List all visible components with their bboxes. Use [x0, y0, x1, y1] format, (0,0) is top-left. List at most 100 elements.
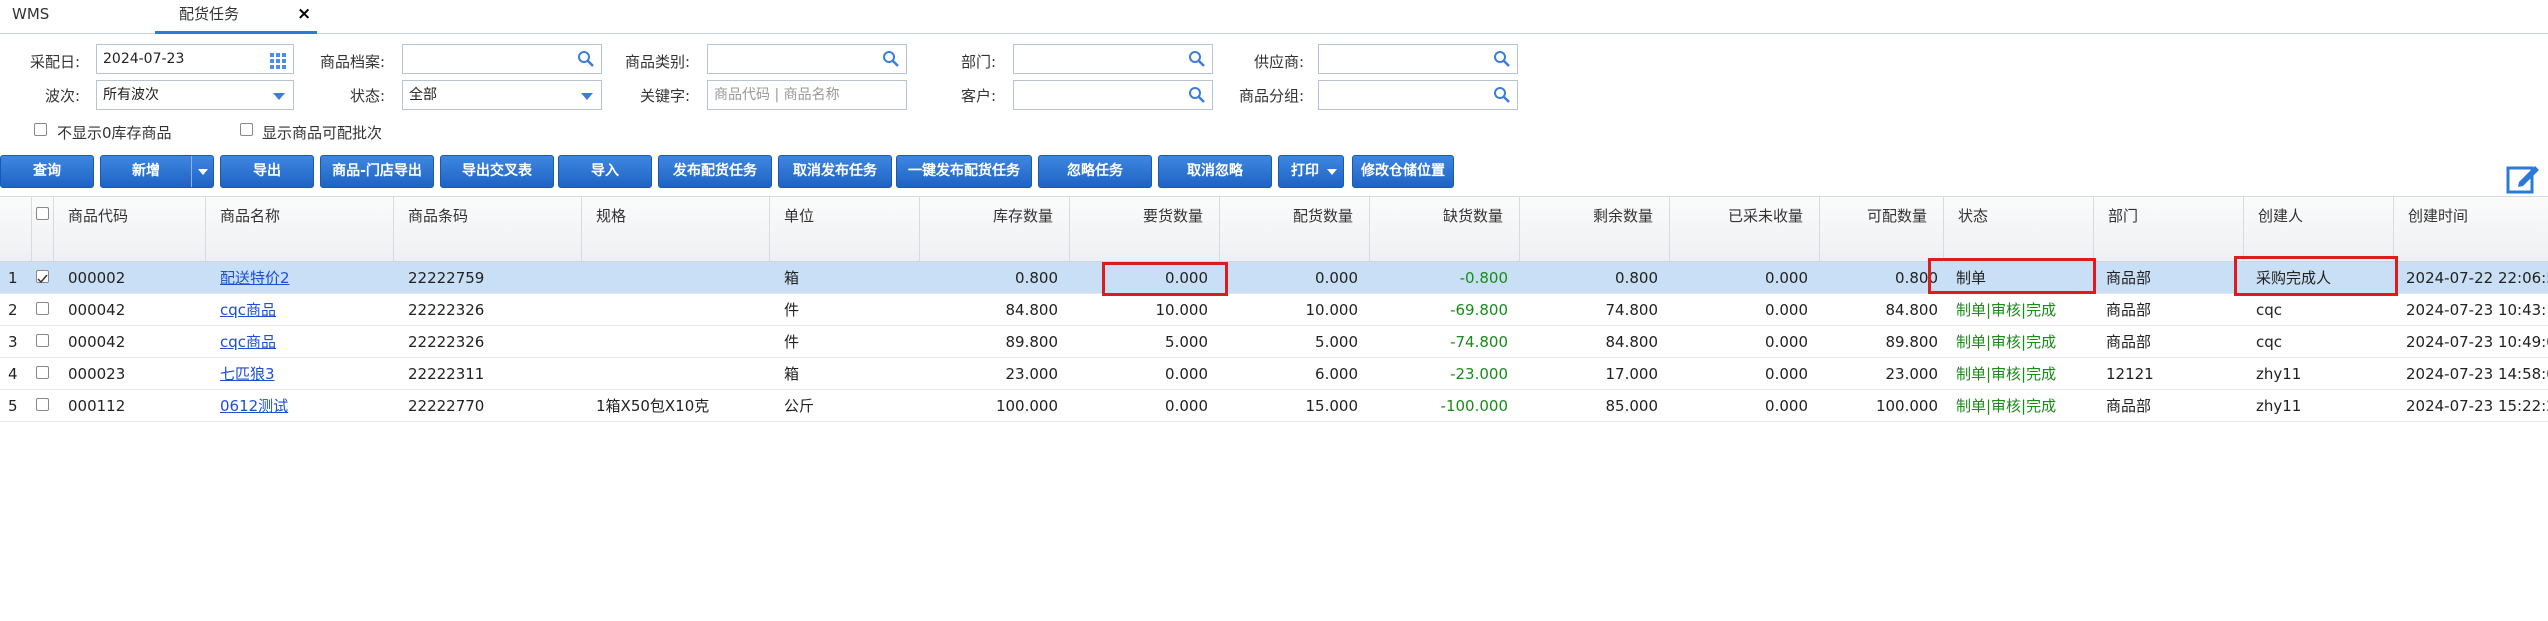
status-select[interactable]: 全部 [402, 80, 602, 110]
hide-zero-stock-checkbox[interactable] [34, 123, 47, 136]
group-field[interactable] [1318, 80, 1518, 110]
print-button[interactable]: 打印 [1278, 155, 1344, 188]
select-all-checkbox[interactable] [36, 207, 49, 220]
header-status[interactable]: 状态 [1944, 197, 2094, 263]
query-button[interactable]: 查询 [0, 155, 94, 188]
cancel-ignore-button[interactable]: 取消忽略 [1158, 155, 1272, 188]
supplier-label: 供应商: [1253, 53, 1304, 71]
product-label: 商品档案: [319, 53, 385, 71]
header-ordered[interactable]: 已采未收量 [1670, 197, 1820, 263]
export-button[interactable]: 导出 [220, 155, 314, 188]
cell-created: 2024-07-23 10:49:0 [2406, 333, 2548, 351]
product-field[interactable] [402, 44, 602, 74]
table-row[interactable]: 2 000042 cqc商品 22222326 件 84.800 10.000 10.000 -… [0, 294, 2548, 326]
show-batch-checkbox[interactable] [240, 123, 253, 136]
cell-unit: 箱 [784, 269, 800, 287]
header-barcode[interactable]: 商品条码 [394, 197, 582, 263]
table-row[interactable]: 4 000023 七匹狼3 22222311 箱 23.000 0.000 6.000 -23.… [0, 358, 2548, 390]
tab-allocation-task[interactable]: 配货任务 × [155, 0, 317, 34]
cell-creator: cqc [2256, 301, 2283, 319]
row-checkbox[interactable] [36, 334, 49, 347]
header-code[interactable]: 商品代码 [54, 197, 206, 263]
date-field[interactable]: 2024-07-23 [96, 44, 294, 74]
row-checkbox[interactable] [36, 366, 49, 379]
row-checkbox[interactable] [36, 398, 49, 411]
cell-dept: 商品部 [2106, 397, 2152, 415]
cell-idx: 3 [8, 333, 18, 351]
header-remain[interactable]: 剩余数量 [1520, 197, 1670, 263]
cell-spec [596, 358, 766, 390]
publish-all-button[interactable]: 一键发布配货任务 [896, 155, 1032, 188]
highlight-status [1928, 258, 2096, 294]
chevron-down-icon[interactable] [1321, 156, 1343, 187]
table-row[interactable]: 5 000112 0612测试 22222770 1箱X50包X10克 公斤 100.000… [0, 390, 2548, 422]
tab-wms[interactable]: WMS [12, 0, 49, 34]
header-dept[interactable]: 部门 [2094, 197, 2244, 263]
search-icon[interactable] [1492, 45, 1512, 73]
cell-alloc: 0.000 [1315, 269, 1358, 287]
add-button-label: 新增 [132, 163, 160, 179]
import-button[interactable]: 导入 [558, 155, 652, 188]
keyword-input[interactable]: 商品代码 | 商品名称 [707, 80, 907, 110]
row-checkbox[interactable] [36, 302, 49, 315]
customer-field[interactable] [1013, 80, 1213, 110]
cell-created: 2024-07-23 10:43:1 [2406, 301, 2548, 319]
highlight-demand [1102, 262, 1228, 296]
ignore-task-button[interactable]: 忽略任务 [1038, 155, 1152, 188]
header-short[interactable]: 缺货数量 [1370, 197, 1520, 263]
cell-spec [596, 294, 766, 326]
edit-icon[interactable] [2505, 160, 2541, 196]
export-store-button[interactable]: 商品-门店导出 [320, 155, 434, 188]
table-row[interactable]: 1 000002 配送特价2 22222759 箱 0.800 0.000 0.000 -0.8… [0, 262, 2548, 294]
header-alloc[interactable]: 配货数量 [1220, 197, 1370, 263]
cell-code: 000042 [68, 333, 126, 351]
cell-avail: 23.000 [1885, 365, 1939, 383]
cancel-publish-button[interactable]: 取消发布任务 [778, 155, 892, 188]
export-cross-button[interactable]: 导出交叉表 [440, 155, 554, 188]
add-button[interactable]: 新增 [100, 155, 214, 188]
header-demand[interactable]: 要货数量 [1070, 197, 1220, 263]
row-checkbox[interactable] [36, 270, 49, 284]
header-creator[interactable]: 创建人 [2244, 197, 2394, 263]
date-label: 采配日: [29, 53, 80, 71]
header-created[interactable]: 创建时间 [2394, 197, 2548, 263]
category-label: 商品类别: [624, 53, 690, 71]
publish-task-button[interactable]: 发布配货任务 [658, 155, 772, 188]
cell-stock: 89.800 [1005, 333, 1059, 351]
search-icon[interactable] [1492, 81, 1512, 109]
header-name[interactable]: 商品名称 [206, 197, 394, 263]
cell-name[interactable]: 七匹狼3 [220, 358, 390, 390]
cell-barcode: 22222311 [408, 365, 485, 383]
cell-remain: 84.800 [1605, 333, 1659, 351]
cell-code: 000023 [68, 365, 126, 383]
cell-name[interactable]: 配送特价2 [220, 262, 390, 294]
header-avail[interactable]: 可配数量 [1820, 197, 1944, 263]
keyword-label: 关键字: [639, 87, 690, 105]
cell-stock: 84.800 [1005, 301, 1059, 319]
header-unit[interactable]: 单位 [770, 197, 920, 263]
cell-barcode: 22222326 [408, 301, 485, 319]
category-field[interactable] [707, 44, 907, 74]
supplier-field[interactable] [1318, 44, 1518, 74]
cell-name[interactable]: cqc商品 [220, 294, 390, 326]
cell-stock: 0.800 [1015, 269, 1058, 287]
cell-name[interactable]: 0612测试 [220, 390, 390, 422]
cell-alloc: 10.000 [1305, 301, 1359, 319]
cell-spec [596, 326, 766, 358]
cell-alloc: 6.000 [1315, 365, 1358, 383]
cell-code: 000112 [68, 397, 126, 415]
cell-unit: 件 [784, 301, 800, 319]
table-row[interactable]: 3 000042 cqc商品 22222326 件 89.800 5.000 5.000 -74… [0, 326, 2548, 358]
cell-demand: 0.000 [1165, 397, 1208, 415]
cell-avail: 0.800 [1895, 269, 1938, 287]
cell-unit: 箱 [784, 365, 800, 383]
print-button-label: 打印 [1291, 163, 1319, 179]
cell-name[interactable]: cqc商品 [220, 326, 390, 358]
batch-select[interactable]: 所有波次 [96, 80, 294, 110]
chevron-down-icon[interactable] [191, 156, 213, 187]
header-spec[interactable]: 规格 [582, 197, 770, 263]
dept-field[interactable] [1013, 44, 1213, 74]
modify-location-button[interactable]: 修改仓储位置 [1352, 155, 1454, 188]
close-icon[interactable]: × [297, 0, 311, 28]
header-stock[interactable]: 库存数量 [920, 197, 1070, 263]
